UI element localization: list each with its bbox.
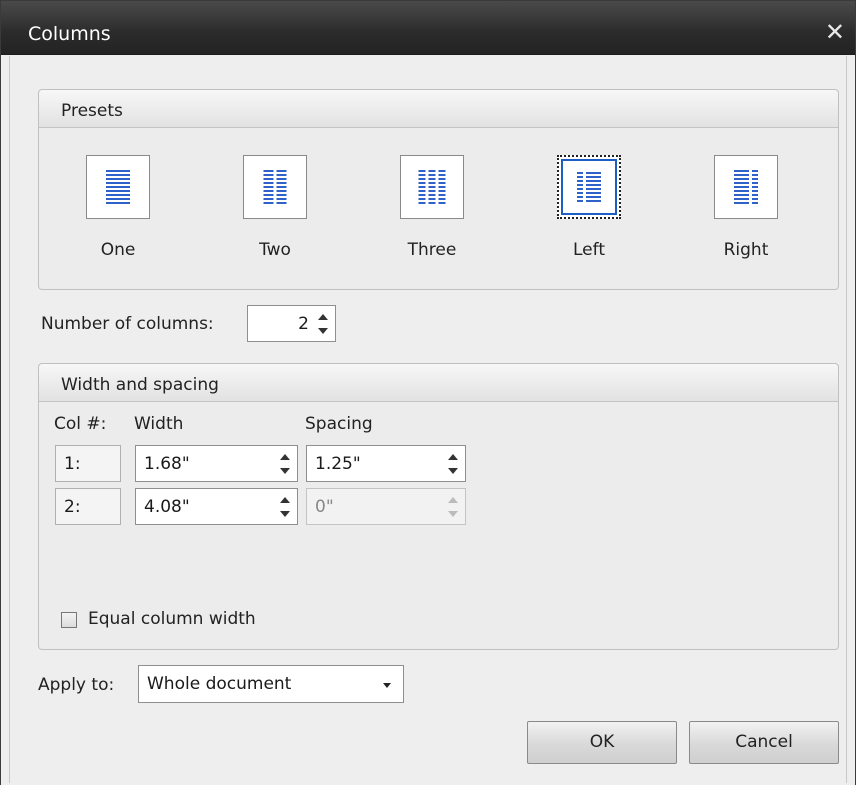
preset-one-label: One — [100, 240, 136, 260]
apply-to-value: Whole document — [147, 674, 292, 694]
presets-group: Presets One Two Three Left Right — [38, 89, 839, 290]
equal-column-width-label: Equal column width — [88, 609, 256, 629]
number-of-columns-stepper[interactable]: 2 — [247, 305, 336, 342]
preset-three-button[interactable] — [400, 155, 464, 219]
dialog-title: Columns — [28, 23, 111, 45]
right-column-icon — [734, 170, 758, 204]
ok-button[interactable]: OK — [527, 721, 677, 764]
preset-two-label: Two — [259, 240, 291, 260]
col-2-width-input[interactable]: 4.08" — [135, 488, 298, 525]
preset-right-button[interactable] — [714, 155, 778, 219]
preset-three-label: Three — [407, 240, 457, 260]
chevron-down-icon[interactable] — [383, 683, 391, 688]
preset-one-button[interactable] — [86, 155, 150, 219]
col-2-spacing-input: 0" — [306, 488, 466, 525]
col-number-header: Col #: — [54, 414, 107, 434]
spacing-header: Spacing — [305, 414, 373, 434]
number-of-columns-label: Number of columns: — [41, 314, 214, 334]
number-of-columns-spin-buttons[interactable] — [317, 311, 329, 337]
window-bottom-margin — [0, 785, 856, 796]
one-column-icon — [106, 170, 130, 204]
columns-dialog: Columns ✕ Presets One Two Three Left Rig… — [0, 0, 856, 790]
col-1-width-input[interactable]: 1.68" — [135, 445, 298, 482]
close-icon[interactable]: ✕ — [825, 20, 845, 44]
col-2-number: 2: — [55, 488, 121, 525]
preset-left-button[interactable] — [557, 155, 621, 219]
preset-left-label: Left — [573, 240, 605, 260]
col-1-spacing-input[interactable]: 1.25" — [306, 445, 466, 482]
dialog-body: Presets One Two Three Left Right Number … — [9, 56, 847, 783]
preset-left-frame — [561, 159, 617, 215]
preset-two-button[interactable] — [243, 155, 307, 219]
width-header: Width — [134, 414, 184, 434]
three-columns-icon — [418, 170, 446, 204]
width-spacing-group: Width and spacing Col #: Width Spacing 1… — [38, 363, 839, 650]
width-spacing-header: Width and spacing — [39, 364, 838, 402]
col-1-number: 1: — [55, 445, 121, 482]
preset-right-label: Right — [723, 240, 769, 260]
equal-column-width-checkbox[interactable] — [61, 612, 77, 628]
two-columns-icon — [263, 170, 287, 204]
col-1-width-spin-buttons[interactable] — [279, 451, 291, 477]
left-column-icon — [577, 172, 601, 202]
col-2-spacing-spin-buttons — [447, 494, 459, 520]
presets-header: Presets — [39, 90, 838, 128]
col-2-width-spin-buttons[interactable] — [279, 494, 291, 520]
apply-to-dropdown[interactable]: Whole document — [138, 665, 404, 703]
number-of-columns-value: 2 — [298, 314, 309, 334]
cancel-button[interactable]: Cancel — [689, 721, 839, 764]
apply-to-label: Apply to: — [38, 675, 115, 695]
title-bar[interactable]: Columns ✕ — [1, 1, 855, 55]
col-1-spacing-spin-buttons[interactable] — [447, 451, 459, 477]
